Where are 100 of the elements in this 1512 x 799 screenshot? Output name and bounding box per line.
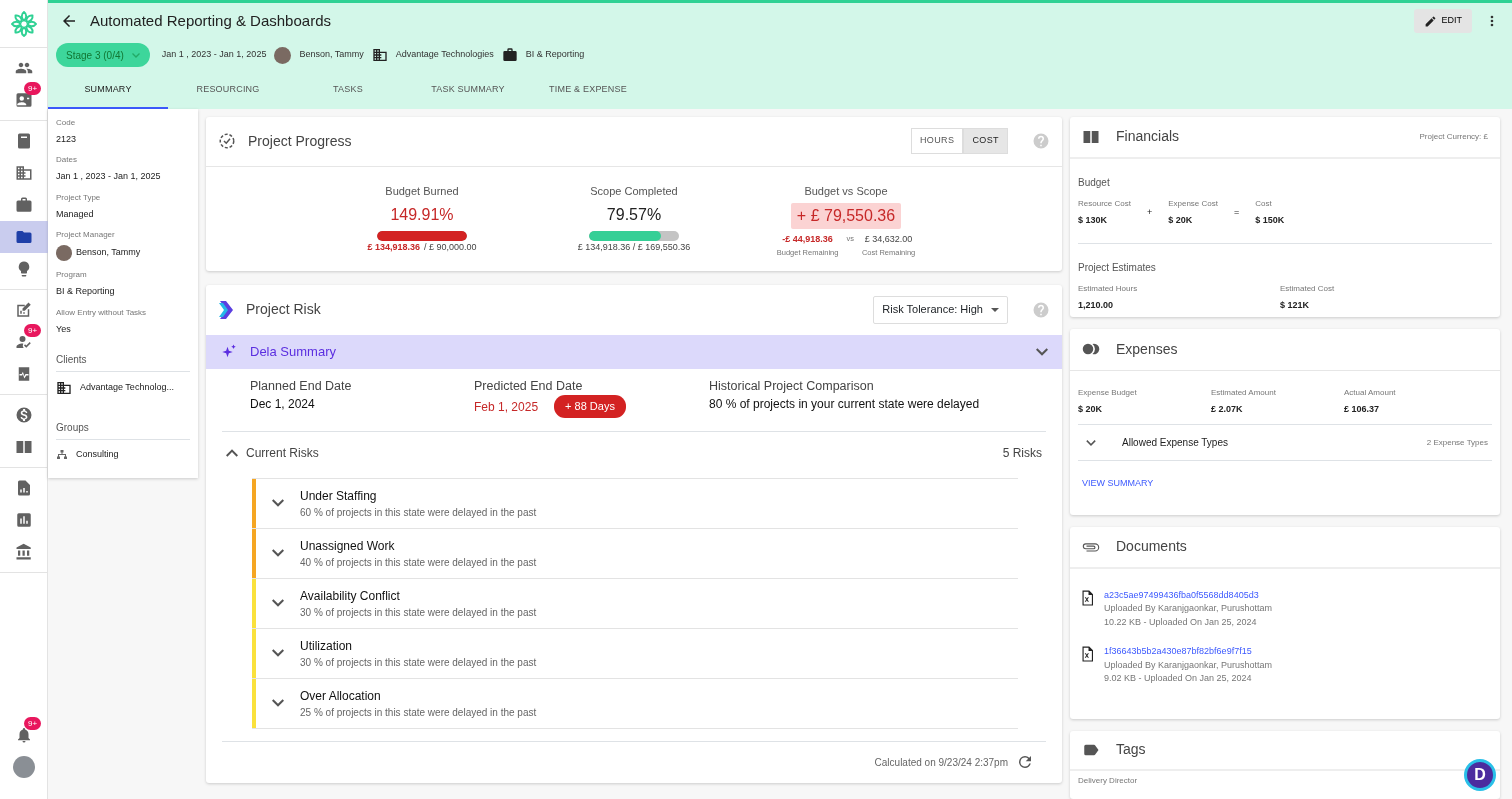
card-title: Project Risk [246, 300, 322, 319]
briefcase-icon [501, 47, 518, 63]
nav-item[interactable]: 9+ [0, 326, 48, 358]
building-icon [371, 47, 388, 63]
dollar-icon [15, 406, 33, 424]
notifications-button[interactable]: 9+ [0, 719, 48, 751]
document-link[interactable]: 1f36643b5b2a430e87bf82bf6e9f7f15 [1104, 645, 1273, 659]
summary-label: Predicted End Date [474, 377, 584, 395]
nav-item[interactable]: 9+ [0, 84, 48, 116]
chevron-down-icon [272, 549, 284, 557]
risk-count: 5 Risks [1002, 444, 1042, 462]
bar-chart-icon [15, 511, 33, 529]
client-name: Advantage Technologies [395, 48, 494, 62]
refresh-icon[interactable] [1016, 753, 1034, 771]
current-risks-toggle[interactable]: Current Risks [226, 443, 1003, 462]
file-meta: 9.02 KB - Uploaded On Jan 25, 2024 [1104, 672, 1253, 685]
risk-item[interactable]: Utilization 30 % of projects in this state were delayed in the past [252, 628, 1018, 679]
chevron-down-icon [272, 599, 284, 607]
hierarchy-icon [56, 448, 68, 461]
metric-label: Budget Burned [385, 183, 459, 199]
uploader-text: Uploaded By Karanjgaonkar, Purushottam [1104, 658, 1273, 672]
person-check-icon [15, 333, 33, 351]
chevron-down-icon [272, 699, 284, 707]
risk-tolerance-dropdown[interactable]: Risk Tolerance: High [873, 295, 1008, 324]
field-label: Expense Cost [1168, 197, 1218, 210]
amount-text: / £ 90,000.00 [424, 241, 477, 254]
card-title: Financials [1116, 127, 1181, 146]
toggle-button[interactable]: COST [963, 128, 1008, 154]
chevron-up-icon [226, 448, 238, 457]
report-icon [15, 479, 33, 497]
metric-value: 149.91% [390, 205, 454, 225]
card-title: Documents [1116, 537, 1188, 556]
section-title: Budget [1078, 175, 1111, 190]
tab[interactable]: TASKS [288, 75, 408, 109]
amount-text: -£ 44,918.36 [782, 233, 833, 246]
view-summary-link[interactable]: VIEW SUMMARY [1082, 477, 1154, 491]
amount-text: £ 134,918.36 [367, 241, 420, 254]
risk-item[interactable]: Under Staffing 60 % of projects in this state were delayed in the past [252, 478, 1018, 529]
metric-value: 79.57% [606, 205, 662, 225]
operator-symbol: + [1146, 205, 1153, 219]
project-dates: Jan 1 , 2023 - Jan 1, 2025 [161, 48, 267, 62]
metric-label: Budget vs Scope [804, 183, 888, 199]
summary-bar[interactable]: Dela Summary [206, 334, 1062, 369]
risk-item[interactable]: Availability Conflict 30 % of projects in this state were delayed in the past [252, 578, 1018, 629]
program-name: BI & Reporting [525, 48, 585, 62]
logo-icon [10, 10, 37, 37]
risk-item[interactable]: Unassigned Work 40 % of projects in this state were delayed in the past [252, 528, 1018, 579]
chevron-logo-icon [218, 299, 234, 320]
risk-item[interactable]: Over Allocation 25 % of projects in this state were delayed in the past [252, 678, 1018, 729]
field-label: Resource Cost [1078, 197, 1131, 210]
field-value: $ 150K [1255, 213, 1285, 227]
expense-types-row[interactable]: Allowed Expense Types 2 Expense Types [1078, 425, 1492, 461]
avatar [274, 46, 292, 64]
currency-label: Project Currency: £ [1419, 130, 1488, 143]
section-title: Project Estimates [1078, 261, 1157, 275]
building-icon [56, 380, 72, 396]
pencil-icon [1424, 14, 1438, 28]
field-value: Benson, Tammy [76, 246, 141, 260]
field-label: Program [56, 269, 88, 281]
page-title: Automated Reporting & Dashboards [90, 10, 332, 31]
field-value: £ 106.37 [1344, 402, 1381, 416]
field-label: Code [56, 116, 77, 129]
operator-symbol: = [1234, 205, 1240, 219]
field-value: 1,210.00 [1078, 299, 1115, 312]
document-link[interactable]: a23c5ae97499436fba0f5568dd8405d3 [1104, 588, 1273, 602]
field-value: £ 2.07K [1211, 402, 1244, 416]
chevron-down-icon [272, 499, 284, 507]
toggle-button[interactable]: HOURS [910, 128, 964, 154]
building-icon [15, 164, 33, 182]
field-value: $ 121K [1280, 299, 1311, 312]
chevron-down-icon [1086, 439, 1096, 446]
folder-icon [15, 228, 33, 246]
nav-item[interactable] [0, 221, 48, 253]
section-title: Clients [56, 352, 190, 372]
field-label: Estimated Hours [1078, 283, 1139, 295]
field-value: $ 20K [1168, 213, 1194, 227]
count-badge: 9+ [24, 82, 42, 95]
field-value: $ 130K [1078, 213, 1109, 227]
card-title: Project Progress [248, 131, 353, 151]
calculated-timestamp: Calculated on 9/23/24 2:37pm [874, 755, 1008, 770]
card-title: Expenses [1116, 339, 1179, 359]
user-avatar[interactable] [13, 756, 35, 778]
field-value: BI & Reporting [56, 285, 116, 298]
field-label: Dates [56, 154, 78, 166]
chevron-down-icon [272, 649, 284, 657]
amount-text: £ 34,632.00 [864, 233, 913, 246]
tab[interactable]: TIME & EXPENSE [528, 75, 648, 109]
delay-badge: + 88 Days [554, 395, 626, 418]
file-meta: 10.22 KB - Uploaded On Jan 25, 2024 [1104, 615, 1258, 629]
summary-value: 80 % of projects in your current state were delayed [709, 396, 980, 414]
uploader-text: Uploaded By Karanjgaonkar, Purushottam [1104, 602, 1273, 615]
tab[interactable]: RESOURCING [168, 75, 288, 109]
field-value: 2123 [56, 132, 78, 146]
section-title: Groups [56, 420, 190, 440]
edit-button[interactable]: EDIT [1414, 9, 1472, 33]
field-value: Yes [56, 322, 72, 336]
count-badge: 9+ [24, 324, 42, 337]
field-value: Jan 1 , 2023 - Jan 1, 2025 [56, 170, 162, 183]
tab[interactable]: TASK SUMMARY [408, 75, 528, 109]
field-label: Expense Budget [1078, 386, 1138, 399]
